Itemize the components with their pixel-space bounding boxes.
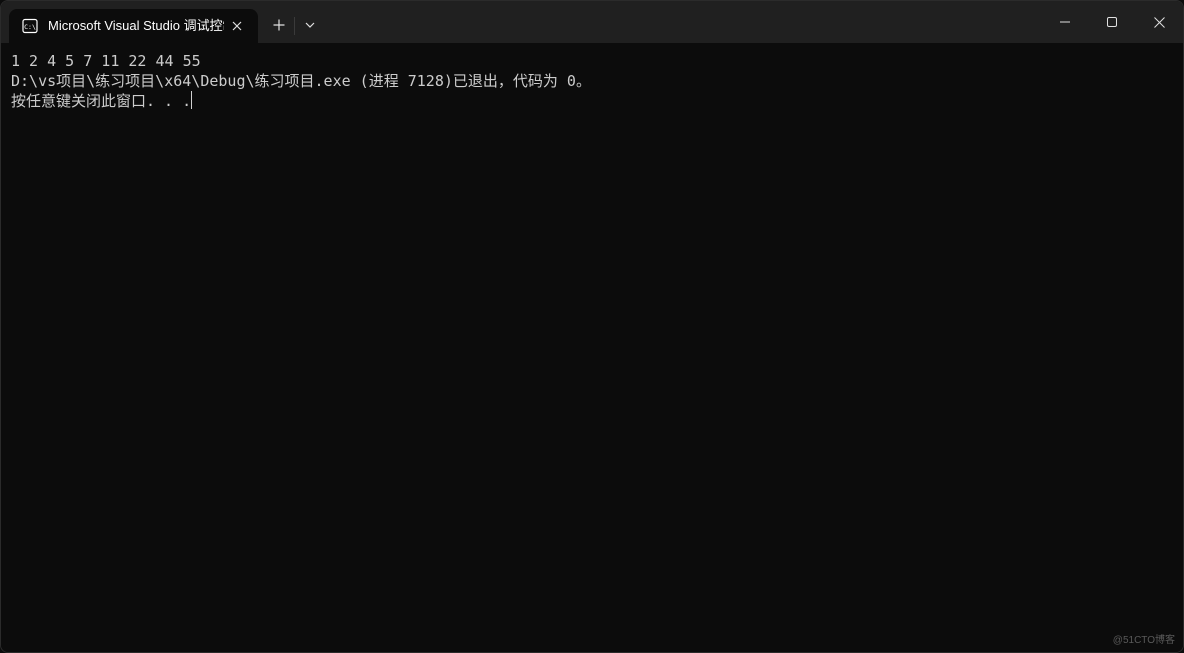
watermark: @51CTO博客	[1112, 635, 1175, 646]
minimize-button[interactable]	[1042, 1, 1088, 43]
console-line-exit-status: D:\vs项目\练习项目\x64\Debug\练习项目.exe (进程 7128…	[11, 72, 591, 90]
tab-debug-console[interactable]: C:\ Microsoft Visual Studio 调试控制台	[9, 9, 258, 43]
tab-close-button[interactable]	[226, 15, 248, 37]
text-cursor	[191, 91, 193, 109]
minimize-icon	[1060, 21, 1070, 23]
maximize-icon	[1107, 17, 1117, 27]
prompt-text: 按任意键关闭此窗口. . .	[11, 92, 192, 110]
tab-dropdown-button[interactable]	[297, 13, 323, 37]
terminal-window: C:\ Microsoft Visual Studio 调试控制台	[0, 0, 1184, 653]
console-icon: C:\	[22, 18, 38, 34]
close-icon	[232, 21, 242, 31]
tab-separator	[294, 17, 295, 35]
plus-icon	[273, 19, 285, 31]
maximize-button[interactable]	[1089, 1, 1135, 43]
title-bar[interactable]: C:\ Microsoft Visual Studio 调试控制台	[1, 1, 1183, 43]
console-line-prompt: 按任意键关闭此窗口. . .	[11, 91, 193, 111]
chevron-down-icon	[305, 22, 315, 28]
console-icon-label: C:\	[24, 23, 36, 31]
close-window-button[interactable]	[1136, 1, 1182, 43]
console-line-output: 1 2 4 5 7 11 22 44 55	[11, 52, 201, 70]
close-icon	[1153, 16, 1165, 28]
tab-title: Microsoft Visual Studio 调试控制台	[48, 18, 224, 33]
console-output[interactable]: 1 2 4 5 7 11 22 44 55 D:\vs项目\练习项目\x64\D…	[1, 43, 1183, 652]
new-tab-button[interactable]	[265, 13, 293, 37]
